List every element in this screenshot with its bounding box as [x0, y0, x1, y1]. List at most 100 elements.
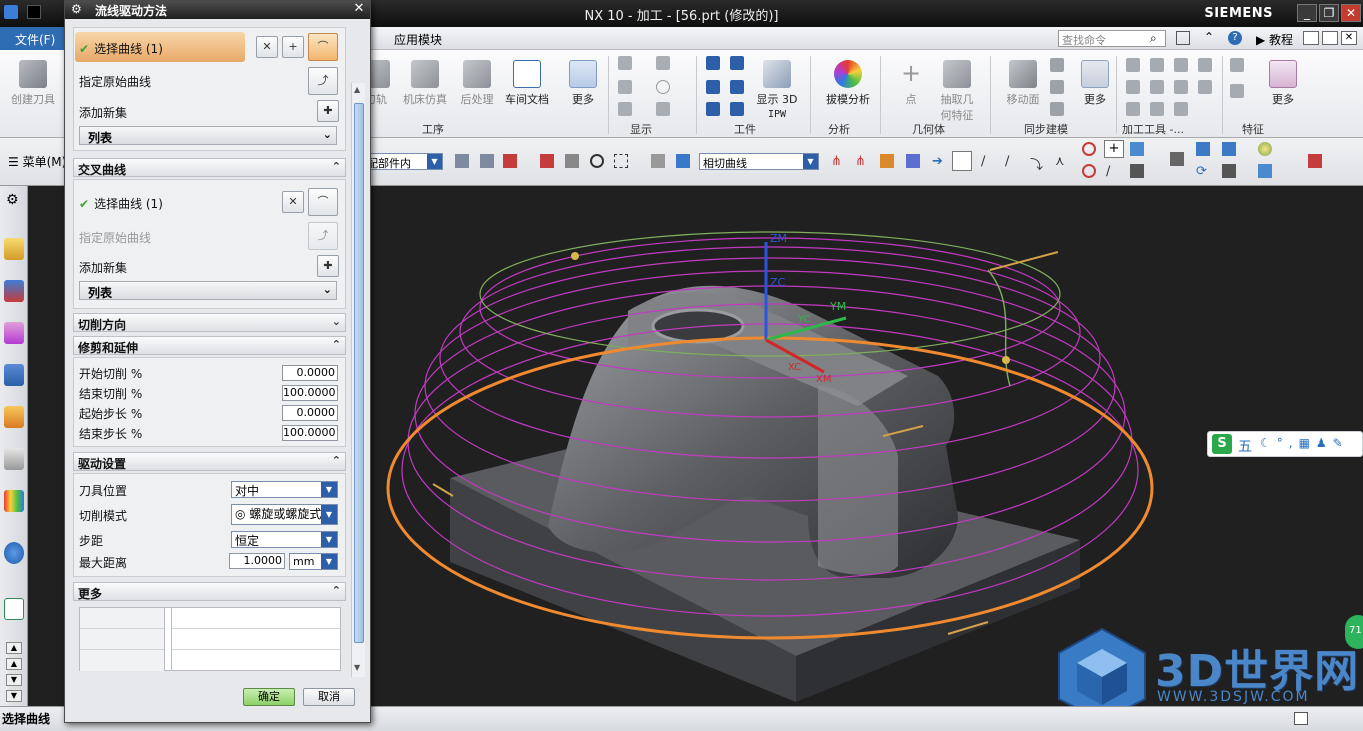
show-3d-ipw-button[interactable]: 显示 3D IPW — [752, 54, 802, 120]
ime-toolbar[interactable]: S 五 ☾°,▦♟✎ — [1207, 431, 1363, 457]
history-icon[interactable] — [4, 448, 24, 470]
start-step-input[interactable]: 0.0000 — [282, 405, 338, 421]
tangent-icon[interactable]: ⋏ — [1055, 154, 1069, 169]
more-header[interactable]: 更多 ⌃ — [73, 582, 346, 601]
cross-deselect-button[interactable]: ✕ — [282, 191, 304, 213]
workpiece-icon-2[interactable] — [730, 56, 744, 70]
search-icon[interactable]: ⌕ — [1150, 31, 1157, 46]
cross-curve-rule-button[interactable]: ⌒ — [308, 188, 338, 216]
display-icon-3[interactable] — [618, 80, 632, 94]
web-browser-icon[interactable] — [4, 598, 24, 620]
draft-analysis-button[interactable]: 拔模分析 — [822, 54, 874, 107]
render-icon[interactable] — [1222, 142, 1236, 156]
display-icon-1[interactable] — [618, 56, 632, 70]
menu-button[interactable]: ☰ 菜单(M) — [8, 153, 66, 170]
curve-point-2[interactable] — [1002, 356, 1010, 364]
tool-position-select[interactable]: 对中 ▼ — [231, 481, 338, 498]
workpiece-icon-3[interactable] — [706, 80, 720, 94]
scrollbar-thumb[interactable] — [354, 103, 364, 643]
close-icon[interactable]: ✕ — [351, 1, 367, 17]
help-icon[interactable]: ? — [1228, 31, 1242, 45]
diagonal-icon[interactable]: ∕ — [1106, 164, 1120, 179]
curve-point-1[interactable] — [571, 252, 579, 260]
cross-origin-curve-button[interactable]: ⤴ — [308, 222, 338, 250]
info-icon[interactable] — [4, 542, 24, 564]
part-navigator-icon[interactable] — [4, 322, 24, 344]
display-icon-4[interactable] — [656, 80, 670, 94]
plus-snap-icon[interactable]: + — [1104, 140, 1124, 158]
line-icon-2[interactable]: ∕ — [1005, 154, 1019, 169]
cross-add-set-button[interactable]: ✚ — [317, 255, 339, 277]
tutorial-link[interactable]: ▶ 教程 — [1256, 31, 1293, 48]
assembly-navigator-icon[interactable] — [4, 364, 24, 386]
gear-icon[interactable]: ⚙ — [71, 2, 82, 16]
display-icon-2[interactable] — [656, 56, 670, 70]
add-new-set-button[interactable]: ✚ — [317, 100, 339, 122]
select-icon[interactable] — [480, 154, 494, 168]
doc-close-button[interactable]: ✕ — [1341, 31, 1357, 45]
machine-navigator-icon[interactable] — [4, 280, 24, 302]
snap-icon[interactable] — [503, 154, 517, 168]
cube-icon[interactable] — [676, 154, 690, 168]
cut-pattern-select[interactable]: ◎ 螺旋或螺旋式 ▼ — [231, 504, 338, 525]
intersect-icon[interactable]: ⋔ — [855, 154, 869, 169]
rect-select-icon[interactable] — [614, 154, 628, 168]
view-icon[interactable] — [1130, 142, 1144, 156]
workpiece-icon-5[interactable] — [706, 102, 720, 116]
fullscreen-icon[interactable] — [1176, 31, 1190, 45]
move-face-button[interactable]: 移动面 — [998, 54, 1048, 107]
workpiece-icon-6[interactable] — [730, 102, 744, 116]
cross-curves-header[interactable]: 交叉曲线 ⌃ — [73, 158, 346, 177]
mtool-icon-9[interactable] — [1126, 102, 1140, 116]
mtool-icon-2[interactable] — [1150, 58, 1164, 72]
shop-doc-button[interactable]: 车间文档 — [502, 54, 552, 107]
gear-icon[interactable]: ⚙ — [6, 192, 19, 208]
display-icon-6[interactable] — [656, 102, 670, 116]
feature-icon-1[interactable] — [1230, 58, 1244, 72]
edge-icon[interactable] — [565, 154, 579, 168]
close-button[interactable]: ✕ — [1341, 4, 1361, 22]
flow-list-toggle[interactable]: 列表 ⌄ — [79, 126, 337, 145]
zoom-icon[interactable] — [1170, 152, 1184, 166]
unit-select[interactable]: mm ▼ — [289, 553, 338, 570]
group-icon[interactable] — [906, 154, 920, 168]
display-icon-5[interactable] — [618, 102, 632, 116]
center-icon[interactable] — [1082, 142, 1096, 156]
start-cut-input[interactable]: 0.0000 — [282, 365, 338, 381]
circle-icon[interactable] — [1082, 164, 1096, 178]
mtool-icon-10[interactable] — [1150, 102, 1164, 116]
ok-button[interactable]: 确定 — [243, 688, 295, 706]
stepover-select[interactable]: 恒定 ▼ — [231, 531, 338, 548]
operation-navigator-icon[interactable] — [4, 238, 24, 260]
sync-icon-2[interactable] — [1050, 80, 1064, 94]
filter-icon[interactable] — [455, 154, 469, 168]
box-icon[interactable] — [651, 154, 665, 168]
feature-icon-2[interactable] — [1230, 84, 1244, 98]
extract-geom-button[interactable]: 抽取几 何特征 — [932, 54, 982, 123]
arc-icon[interactable]: ⤵ — [1030, 154, 1044, 173]
reuse-library-icon[interactable] — [4, 406, 24, 428]
sync-icon-1[interactable] — [1050, 58, 1064, 72]
cross-select-curve[interactable]: ✔ 选择曲线 (1) — [79, 195, 163, 212]
mtool-icon-11[interactable] — [1174, 102, 1188, 116]
scroll-up-icon[interactable]: ▲ — [6, 642, 22, 654]
mtool-icon-7[interactable] — [1174, 80, 1188, 94]
layers-icon[interactable] — [1130, 164, 1144, 178]
sphere-icon[interactable] — [1258, 142, 1272, 156]
scroll-end-icon[interactable]: ▼ — [6, 690, 22, 702]
more-grid[interactable] — [79, 607, 341, 671]
more-button-operation[interactable]: 更多 — [558, 54, 608, 107]
orient-icon[interactable] — [1258, 164, 1272, 178]
sync-icon-3[interactable] — [1050, 102, 1064, 116]
line-icon[interactable]: ∕ — [981, 154, 995, 169]
drive-settings-header[interactable]: 驱动设置 ⌃ — [73, 452, 346, 471]
mtool-icon-1[interactable] — [1126, 58, 1140, 72]
workpiece-icon-4[interactable] — [730, 80, 744, 94]
mtool-icon-6[interactable] — [1150, 80, 1164, 94]
curve-rule-select[interactable]: 相切曲线 ▼ — [699, 153, 819, 170]
mtool-icon-3[interactable] — [1174, 58, 1188, 72]
end-step-input[interactable]: 100.0000 — [282, 425, 338, 441]
display-mode-icon[interactable] — [1196, 142, 1210, 156]
curve-icon[interactable] — [540, 154, 554, 168]
restore-button[interactable]: ❐ — [1319, 4, 1339, 22]
